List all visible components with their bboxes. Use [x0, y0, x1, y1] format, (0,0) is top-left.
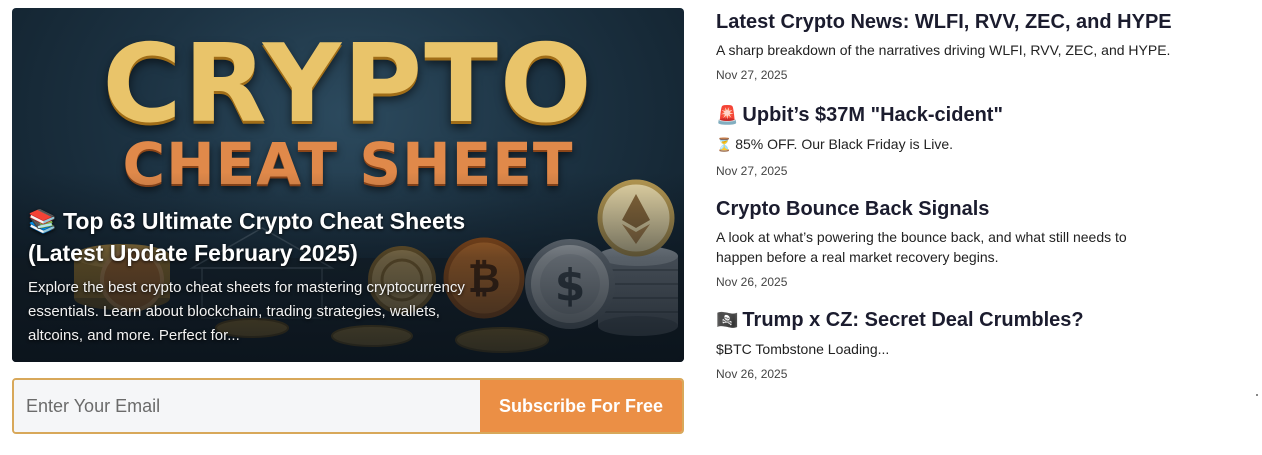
pirate-flag-icon: 🏴‍☠️: [716, 310, 739, 331]
news-item-title[interactable]: 🚨 Upbit’s $37M "Hack-cident": [716, 101, 1176, 130]
news-item-title-text: Upbit’s $37M "Hack-cident": [742, 104, 1003, 126]
subscribe-button[interactable]: Subscribe For Free: [480, 380, 682, 432]
hourglass-icon: ⏳: [716, 138, 733, 153]
news-item-title[interactable]: 🏴‍☠️ Trump x CZ: Secret Deal Crumbles?: [716, 306, 1176, 335]
featured-article-description: Explore the best crypto cheat sheets for…: [28, 279, 465, 344]
news-item-date: Nov 26, 2025: [716, 367, 788, 381]
news-item-summary: A look at what’s powering the bounce bac…: [716, 229, 1127, 265]
news-item-title[interactable]: Latest Crypto News: WLFI, RVV, ZEC, and …: [716, 8, 1176, 36]
news-item-summary: $BTC Tombstone Loading...: [716, 341, 890, 357]
news-item[interactable]: Crypto Bounce Back Signals A look at wha…: [716, 195, 1176, 289]
email-input[interactable]: [14, 380, 480, 432]
news-item-summary: ⏳ 85% OFF. Our Black Friday is Live.: [716, 134, 1176, 156]
email-subscribe-form: Subscribe For Free: [12, 378, 684, 434]
featured-article-card[interactable]: ₿ $ CRYPTO CHEAT SHEET 📚 Top 63 Ultimate…: [12, 8, 684, 362]
featured-article-title[interactable]: 📚 Top 63 Ultimate Crypto Cheat Sheets (L…: [28, 206, 488, 269]
siren-icon: 🚨: [716, 105, 739, 126]
news-item[interactable]: 🚨 Upbit’s $37M "Hack-cident" ⏳ 85% OFF. Ou…: [716, 101, 1176, 178]
news-item-summary: A sharp breakdown of the narratives driv…: [716, 42, 1171, 58]
books-icon: 📚: [28, 209, 57, 235]
featured-article-title-text: Top 63 Ultimate Crypto Cheat Sheets (Lat…: [28, 208, 466, 266]
news-item[interactable]: 🏴‍☠️ Trump x CZ: Secret Deal Crumbles? $B…: [716, 306, 1176, 381]
news-item-date: Nov 27, 2025: [716, 164, 788, 178]
hero-headline: CRYPTO: [102, 22, 594, 147]
news-item[interactable]: Latest Crypto News: WLFI, RVV, ZEC, and …: [716, 8, 1176, 82]
news-item-title-text: Trump x CZ: Secret Deal Crumbles?: [742, 309, 1084, 331]
news-list: Latest Crypto News: WLFI, RVV, ZEC, and …: [716, 8, 1176, 381]
divider-dot: [1256, 394, 1258, 396]
news-item-title[interactable]: Crypto Bounce Back Signals: [716, 195, 1176, 223]
news-item-date: Nov 27, 2025: [716, 68, 788, 82]
news-item-date: Nov 26, 2025: [716, 275, 788, 289]
news-item-summary-text: 85% OFF. Our Black Friday is Live.: [735, 136, 954, 152]
